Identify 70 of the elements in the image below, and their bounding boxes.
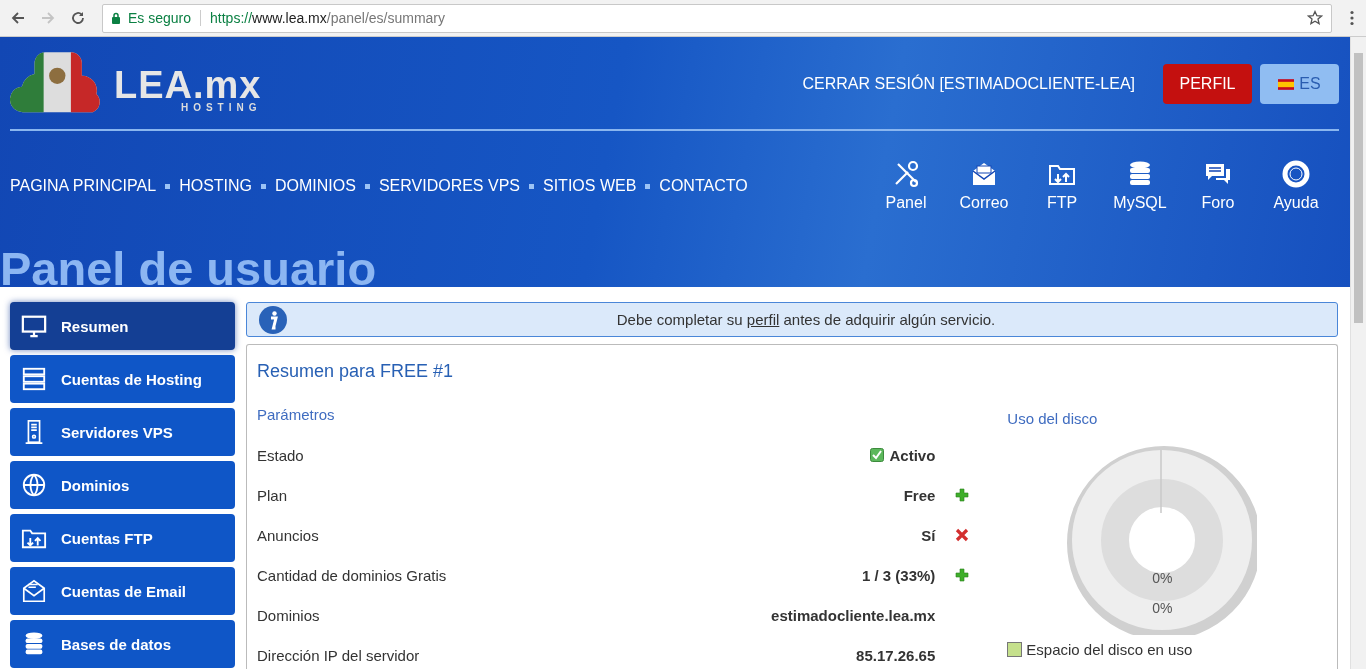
logo-tagline: HOSTING <box>180 102 262 113</box>
page-title: Panel de usuario <box>0 245 377 287</box>
sidebar-item[interactable]: Cuentas de Hosting <box>10 355 235 403</box>
tool-link[interactable]: Foro <box>1179 160 1257 212</box>
sidebar-item[interactable]: Resumen <box>10 302 235 350</box>
server-rack-icon <box>21 366 47 392</box>
parameter-label: Estado <box>257 446 305 464</box>
nav-link[interactable]: DOMINIOS <box>275 177 356 195</box>
summary-title: Resumen para FREE #1 <box>257 361 455 382</box>
plus-icon[interactable] <box>955 488 970 502</box>
sidebar-item[interactable]: Dominios <box>10 461 235 509</box>
nav-link[interactable]: PAGINA PRINCIPAL <box>10 177 157 195</box>
plus-icon[interactable] <box>955 568 970 582</box>
monitor-icon <box>21 313 47 339</box>
nav-bullet <box>261 183 266 189</box>
sidebar-item[interactable]: Bases de datos <box>10 620 235 668</box>
parameter-label: Anuncios <box>257 526 320 544</box>
parameter-label: Cantidad de dominios Gratis <box>257 566 448 584</box>
section-heading: Parámetros <box>257 406 336 423</box>
url-text: https://www.lea.mx/panel/es/summary <box>210 10 447 26</box>
menu-icon[interactable] <box>1350 10 1354 26</box>
parameter-value: 85.17.26.65 <box>856 646 936 664</box>
nav-bullet <box>529 183 534 189</box>
lifebuoy-icon <box>1282 160 1310 188</box>
scrollbar[interactable] <box>1350 37 1366 669</box>
legend-label: Espacio del disco en uso <box>1026 641 1193 658</box>
reload-button[interactable] <box>70 10 86 26</box>
tool-link[interactable]: Correo <box>945 160 1023 212</box>
globe-icon <box>21 472 47 498</box>
star-icon[interactable] <box>1307 10 1323 26</box>
parameter-label: Plan <box>257 486 289 504</box>
envelope-icon <box>21 578 47 604</box>
parameter-value: Free <box>903 486 936 504</box>
lock-icon <box>111 12 121 24</box>
parameter-label: Dirección IP del servidor <box>257 646 421 664</box>
sidebar-item[interactable]: Servidores VPS <box>10 408 235 456</box>
inner-ring-label: 0% <box>1151 570 1174 586</box>
logo-text: LEA.mx <box>114 68 262 102</box>
secure-label: Es seguro <box>128 10 192 26</box>
tool-link[interactable]: MySQL <box>1101 160 1179 212</box>
disk-usage-heading: Uso del disco <box>1007 410 1099 427</box>
envelope-icon <box>970 160 998 188</box>
parameter-value: Activo <box>889 446 936 464</box>
nav-bullet <box>165 183 171 189</box>
profile-link[interactable]: perfil <box>746 311 780 328</box>
parameter-value: Sí <box>921 526 936 544</box>
nav-link[interactable]: SERVIDORES VPS <box>378 177 520 195</box>
tool-link[interactable]: Panel <box>867 160 945 212</box>
logout-link[interactable]: CERRAR SESIÓN [ESTIMADOCLIENTE-LEA] <box>802 75 1135 93</box>
sidebar-item[interactable]: Cuentas de Email <box>10 567 235 615</box>
nav-link[interactable]: SITIOS WEB <box>543 177 637 195</box>
profile-button[interactable]: PERFIL <box>1163 64 1252 104</box>
close-icon[interactable] <box>955 528 970 542</box>
info-icon <box>259 305 287 334</box>
nav-link[interactable]: CONTACTO <box>659 177 748 195</box>
checkmark-icon <box>870 448 885 462</box>
parameter-value: estimadocliente.lea.mx <box>771 606 936 624</box>
tool-link[interactable]: Ayuda <box>1257 160 1335 212</box>
parameter-value: 1 / 3 (33%) <box>861 566 936 584</box>
nav-bullet <box>645 183 651 189</box>
outer-ring-label: 0% <box>1151 600 1174 616</box>
nav-link[interactable]: HOSTING <box>179 177 252 195</box>
parameter-label: Dominios <box>257 606 321 624</box>
alert-message: Debe completar su perfil antes de adquirir algún servicio. <box>615 311 997 328</box>
address-bar[interactable]: Es seguro https://www.lea.mx/panel/es/summary <box>102 3 1332 33</box>
tool-link[interactable]: FTP <box>1023 160 1101 212</box>
back-button[interactable] <box>10 10 26 26</box>
nav-bullet <box>364 183 370 189</box>
spain-flag-icon <box>1278 78 1295 90</box>
sidebar-item[interactable]: Cuentas FTP <box>10 514 235 562</box>
